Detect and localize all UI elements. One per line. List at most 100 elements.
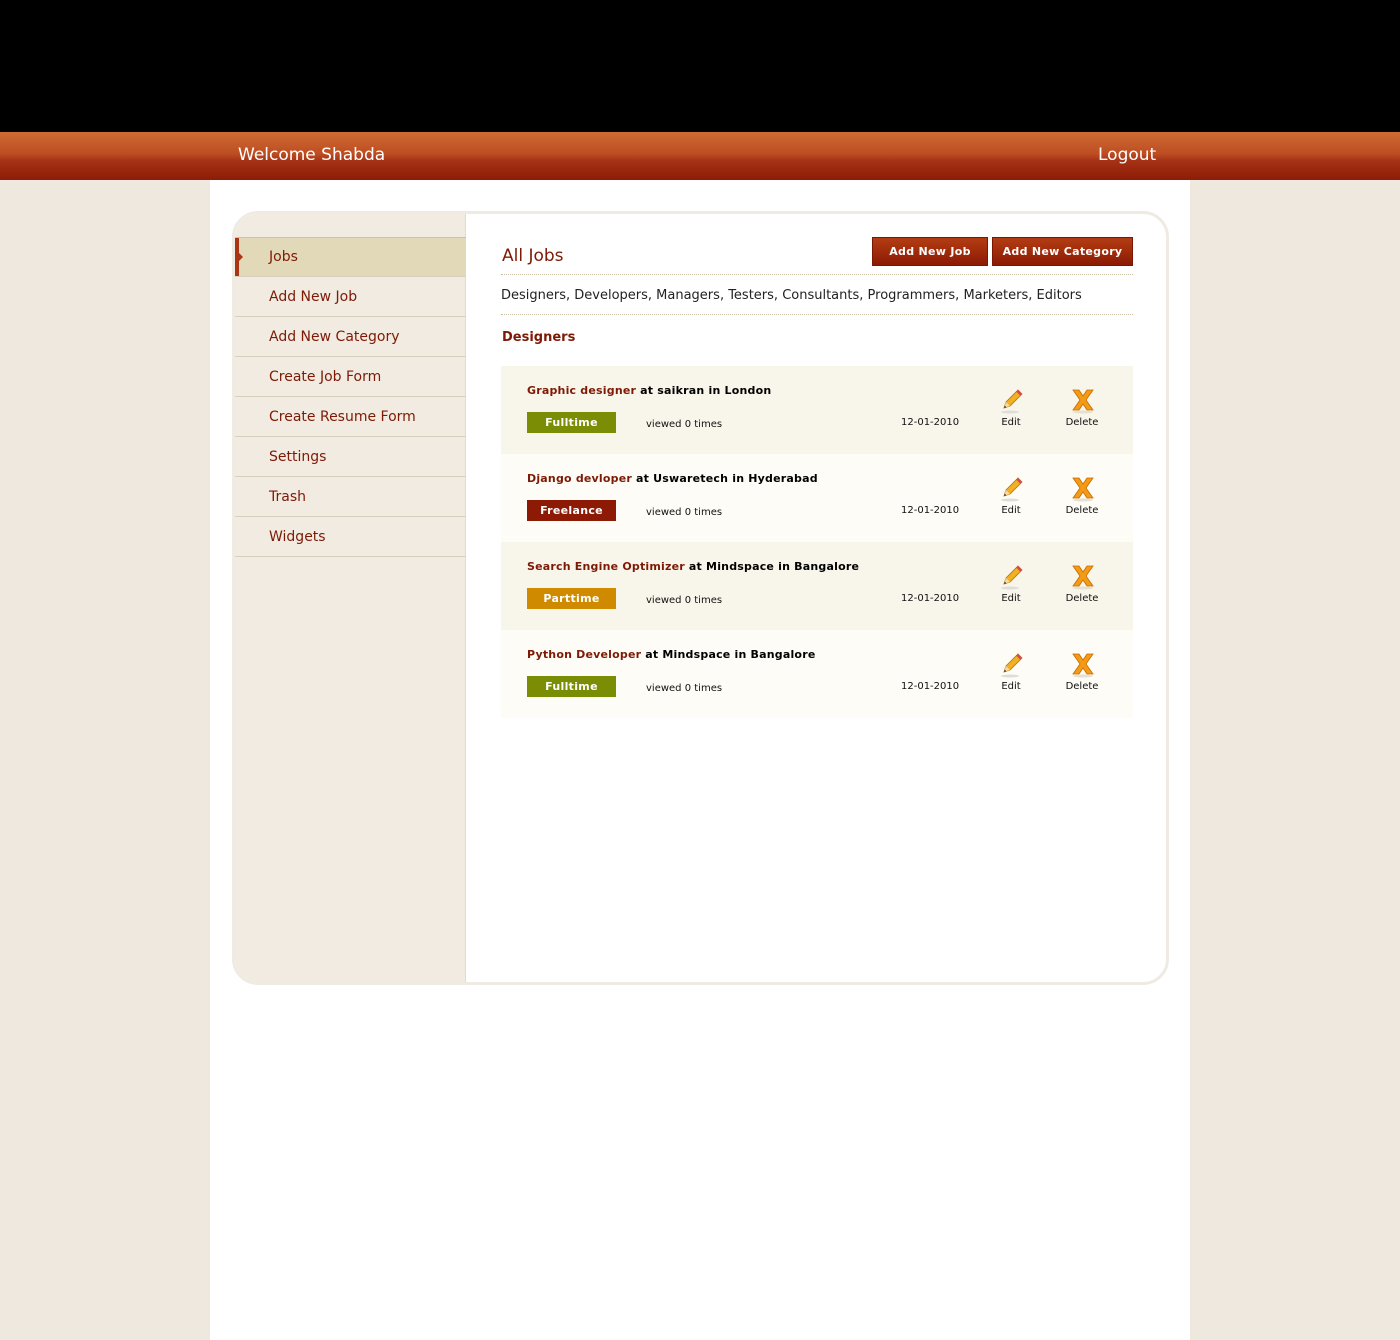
job-title: Graphic designer at saikran in London (527, 384, 771, 397)
category-link-consultants[interactable]: Consultants (782, 288, 859, 303)
category-link-testers[interactable]: Testers (728, 288, 774, 303)
category-filter-list: Designers, Developers, Managers, Testers… (501, 288, 1082, 303)
edit-button[interactable]: Edit (986, 564, 1036, 608)
add-new-job-button[interactable]: Add New Job (872, 237, 988, 266)
sidebar-item-label: Jobs (269, 249, 298, 265)
job-at-text: at (636, 384, 658, 397)
sidebar-item-label: Widgets (269, 528, 326, 545)
delete-button[interactable]: Delete (1057, 564, 1107, 608)
page-title: All Jobs (502, 246, 564, 266)
delete-button[interactable]: Delete (1057, 476, 1107, 520)
edit-button[interactable]: Edit (986, 652, 1036, 696)
sidebar-item-settings[interactable]: Settings (235, 437, 466, 477)
job-location: Bangalore (750, 648, 816, 661)
edit-button[interactable]: Edit (986, 388, 1036, 432)
category-link-marketers[interactable]: Marketers (963, 288, 1028, 303)
job-type-badge: Fulltime (527, 412, 616, 433)
sidebar-item-label: Trash (269, 488, 306, 505)
job-company: Uswaretech (653, 472, 729, 485)
job-row: Python Developer at Mindspace in Bangalo… (501, 630, 1133, 718)
add-new-category-button[interactable]: Add New Category (992, 237, 1133, 266)
job-type-badge: Freelance (527, 500, 616, 521)
category-link-managers[interactable]: Managers (656, 288, 720, 303)
delete-button[interactable]: Delete (1057, 388, 1107, 432)
sidebar: Jobs Add New Job Add New Category Create Jo… (235, 214, 466, 982)
sidebar-item-label: Add New Job (269, 288, 358, 305)
sidebar-item-label: Add New Category (269, 328, 400, 345)
job-date: 12-01-2010 (901, 681, 960, 692)
divider (501, 274, 1133, 275)
job-views: viewed 0 times (646, 683, 723, 694)
job-company: Mindspace (706, 560, 775, 573)
content-area: All Jobs Add New Job Add New Category De… (501, 214, 1133, 982)
section-title: Designers (502, 330, 576, 345)
job-role-link[interactable]: Search Engine Optimizer (527, 560, 685, 573)
edit-label: Edit (1001, 505, 1021, 516)
edit-label: Edit (1001, 593, 1021, 604)
job-type-badge: Parttime (527, 588, 616, 609)
job-views: viewed 0 times (646, 507, 723, 518)
sidebar-item-label: Settings (269, 448, 327, 465)
job-in-text: in (728, 472, 749, 485)
job-location: Hyderabad (748, 472, 818, 485)
job-location: London (724, 384, 772, 397)
category-separator: , (719, 288, 729, 303)
logout-link[interactable]: Logout (1098, 145, 1156, 165)
job-list: Graphic designer at saikran in London Ful… (501, 366, 1133, 718)
job-role-link[interactable]: Django devloper (527, 472, 632, 485)
job-in-text: in (704, 384, 725, 397)
category-separator: , (1028, 288, 1037, 303)
category-separator: , (773, 288, 783, 303)
category-link-editors[interactable]: Editors (1037, 288, 1082, 303)
job-date: 12-01-2010 (901, 593, 960, 604)
category-link-designers[interactable]: Designers (501, 288, 566, 303)
welcome-bar: Welcome Shabda Logout (0, 132, 1400, 180)
job-title: Python Developer at Mindspace in Bangalo… (527, 648, 815, 661)
sidebar-item-create-resume-form[interactable]: Create Resume Form (235, 397, 466, 437)
sidebar-item-add-new-category[interactable]: Add New Category (235, 317, 466, 357)
job-type-badge: Fulltime (527, 676, 616, 697)
job-date: 12-01-2010 (901, 417, 960, 428)
job-role-link[interactable]: Graphic designer (527, 384, 636, 397)
job-location: Bangalore (794, 560, 860, 573)
category-separator: , (859, 288, 868, 303)
delete-label: Delete (1065, 417, 1099, 428)
job-company: saikran (657, 384, 705, 397)
job-at-text: at (684, 560, 707, 573)
job-views: viewed 0 times (646, 595, 723, 606)
category-link-developers[interactable]: Developers (574, 288, 648, 303)
main-panel: Jobs Add New Job Add New Category Create Jo… (232, 211, 1169, 985)
job-row: Graphic designer at saikran in London Ful… (501, 366, 1133, 454)
job-at-text: at (641, 648, 663, 661)
sidebar-item-label: Create Resume Form (269, 408, 416, 425)
category-link-programmers[interactable]: Programmers (868, 288, 956, 303)
sidebar-item-widgets[interactable]: Widgets (235, 517, 466, 557)
delete-button[interactable]: Delete (1057, 652, 1107, 696)
edit-label: Edit (1001, 417, 1021, 428)
job-title: Search Engine Optimizer at Mindspace in … (527, 560, 859, 573)
job-in-text: in (730, 648, 751, 661)
job-company: Mindspace (662, 648, 731, 661)
edit-label: Edit (1001, 681, 1021, 692)
divider (501, 314, 1133, 315)
job-date: 12-01-2010 (901, 505, 960, 516)
category-separator: , (647, 288, 657, 303)
delete-label: Delete (1065, 593, 1099, 604)
sidebar-item-add-new-job[interactable]: Add New Job (235, 277, 466, 317)
delete-label: Delete (1065, 681, 1099, 692)
job-title: Django devloper at Uswaretech in Hyderab… (527, 472, 818, 485)
edit-button[interactable]: Edit (986, 476, 1036, 520)
sidebar-nav: Jobs Add New Job Add New Category Create Jo… (235, 237, 466, 557)
job-at-text: at (632, 472, 654, 485)
job-in-text: in (774, 560, 795, 573)
sidebar-item-jobs[interactable]: Jobs (235, 237, 466, 277)
sidebar-item-create-job-form[interactable]: Create Job Form (235, 357, 466, 397)
sidebar-item-trash[interactable]: Trash (235, 477, 466, 517)
welcome-text: Welcome Shabda (238, 145, 386, 165)
job-row: Search Engine Optimizer at Mindspace in … (501, 542, 1133, 630)
delete-label: Delete (1065, 505, 1099, 516)
job-views: viewed 0 times (646, 419, 723, 430)
job-role-link[interactable]: Python Developer (527, 648, 641, 661)
job-row: Django devloper at Uswaretech in Hyderab… (501, 454, 1133, 542)
sidebar-item-label: Create Job Form (269, 368, 382, 385)
